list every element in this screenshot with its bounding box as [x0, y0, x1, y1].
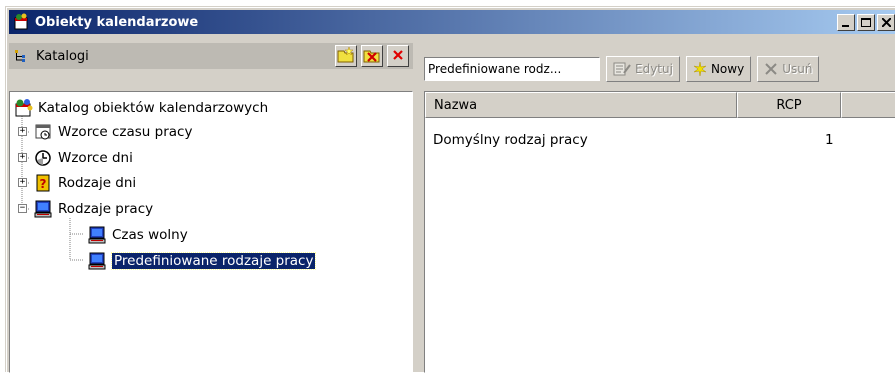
clock-icon — [34, 149, 52, 167]
catalog-header: Katalogi — [9, 43, 413, 69]
computer-icon — [88, 226, 106, 244]
tree-structure-icon — [14, 49, 30, 63]
edit-label: Edytuj — [635, 62, 673, 76]
title-bar[interactable]: Obiekty kalendarzowe — [9, 10, 895, 34]
right-toolbar: Predefiniowane rodz... Edytuj Nowy Usuń — [424, 55, 820, 83]
tree-item-label: Czas wolny — [112, 227, 188, 243]
column-name-label: Nazwa — [434, 97, 478, 113]
column-header-name[interactable]: Nazwa — [425, 92, 737, 118]
close-button[interactable] — [877, 14, 895, 31]
column-rcp-label: RCP — [776, 97, 802, 113]
delete-icon — [764, 62, 778, 76]
expander-day-patterns[interactable]: + — [18, 153, 27, 162]
tree-item-label: Rodzaje pracy — [58, 201, 154, 217]
red-x-icon — [392, 49, 404, 64]
delete-folder-icon — [363, 47, 381, 66]
calendar-icon — [34, 123, 52, 141]
catalog-header-label: Katalogi — [36, 48, 89, 64]
catalog-tools — [335, 45, 409, 67]
cell-name: Domyślny rodzaj pracy — [433, 132, 588, 148]
tree-item-work-patterns[interactable]: Wzorce czasu pracy — [34, 120, 192, 144]
catalog-objects-icon — [14, 99, 33, 117]
delete-button[interactable]: Usuń — [757, 56, 820, 82]
maximize-button[interactable] — [857, 14, 875, 31]
tree-item-day-patterns[interactable]: Wzorce dni — [34, 146, 133, 170]
minimize-button[interactable] — [837, 14, 855, 31]
tree-item-free-time[interactable]: Czas wolny — [88, 223, 188, 247]
new-button[interactable]: Nowy — [685, 56, 752, 82]
remove-button[interactable] — [387, 45, 409, 67]
edit-icon — [613, 61, 631, 77]
table-row[interactable]: Domyślny rodzaj pracy 1 — [425, 132, 895, 152]
expander-work-types[interactable]: − — [18, 204, 27, 213]
tree-item-predefined-work-types[interactable]: Predefiniowane rodzaje pracy — [88, 249, 317, 273]
column-header-empty — [841, 92, 895, 118]
computer-icon — [88, 252, 106, 270]
tree-item-label: Wzorce czasu pracy — [58, 124, 193, 140]
tree-item-label: Rodzaje dni — [58, 175, 137, 191]
window-controls — [835, 14, 895, 31]
delete-folder-button[interactable] — [361, 45, 383, 67]
category-combo[interactable]: Predefiniowane rodz... — [424, 57, 600, 81]
expander-work-patterns[interactable]: + — [18, 127, 27, 136]
main-window: Obiekty kalendarzowe Katalogi Katalog ob… — [5, 6, 895, 373]
svg-text:?: ? — [40, 177, 47, 191]
tree-item-label-selected: Predefiniowane rodzaje pracy — [110, 252, 317, 270]
day-type-icon: ? — [34, 174, 52, 192]
tree-item-work-types[interactable]: Rodzaje pracy — [34, 197, 153, 221]
new-label: Nowy — [710, 62, 745, 76]
new-star-icon — [693, 62, 707, 76]
tree-root[interactable]: Katalog obiektów kalendarzowych — [14, 96, 268, 120]
new-folder-button[interactable] — [335, 45, 357, 67]
column-header-rcp[interactable]: RCP — [737, 92, 841, 118]
app-icon — [13, 13, 31, 31]
catalog-tree[interactable]: Katalog obiektów kalendarzowych + Wzorce… — [9, 91, 413, 373]
new-folder-icon — [337, 45, 355, 66]
expander-day-types[interactable]: + — [18, 178, 27, 187]
delete-label: Usuń — [782, 62, 813, 76]
tree-item-label: Wzorce dni — [58, 150, 133, 166]
tree-item-day-types[interactable]: ? Rodzaje dni — [34, 171, 136, 195]
tree-root-label: Katalog obiektów kalendarzowych — [38, 100, 269, 116]
window-title: Obiekty kalendarzowe — [35, 14, 199, 30]
cell-rcp: 1 — [825, 132, 834, 148]
edit-button[interactable]: Edytuj — [606, 56, 680, 82]
computer-icon — [34, 200, 52, 218]
objects-list[interactable]: Nazwa RCP Domyślny rodzaj pracy 1 — [424, 91, 895, 373]
